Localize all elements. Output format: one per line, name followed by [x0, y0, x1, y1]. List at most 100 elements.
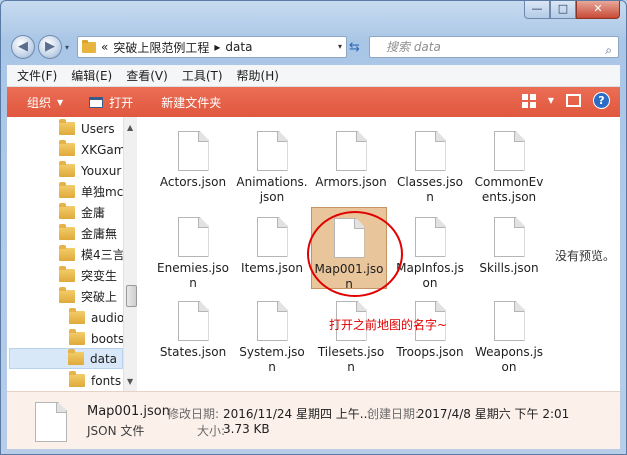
- toolbar-right: ▼ ?: [521, 92, 610, 109]
- file-item[interactable]: Classes.json: [392, 121, 468, 204]
- file-item[interactable]: Animations.json: [234, 121, 310, 204]
- preview-pane-icon[interactable]: [566, 94, 581, 107]
- tree-item[interactable]: Users: [59, 118, 115, 139]
- tree-item-label: audio: [91, 310, 125, 325]
- annotation-text: 打开之前地图的名字~: [329, 318, 448, 332]
- menu-edit[interactable]: 编辑(E): [71, 67, 112, 84]
- file-item[interactable]: Weapons.json: [471, 291, 547, 374]
- annotation-circle: [307, 211, 403, 297]
- tree-item[interactable]: fonts: [69, 370, 121, 391]
- arrow-left-icon: ◀: [18, 39, 28, 54]
- tree-item[interactable]: 模4三言: [59, 244, 125, 265]
- details-file-name: Map001.json: [87, 404, 170, 419]
- tree-item-label: 单独mc: [81, 185, 124, 199]
- file-item[interactable]: CommonEvents.json: [471, 121, 547, 204]
- preview-pane-text: 没有预览。: [555, 249, 616, 263]
- tree-item-label: 金庸無: [81, 227, 118, 241]
- open-label: 打开: [109, 95, 134, 110]
- change-view-icon[interactable]: [521, 93, 536, 108]
- forward-button[interactable]: ▶: [38, 35, 62, 59]
- address-dropdown[interactable]: ▾: [338, 42, 342, 51]
- file-name: Actors.json: [159, 175, 227, 189]
- breadcrumb-current[interactable]: data: [225, 40, 252, 54]
- close-button[interactable]: ✕: [576, 1, 620, 19]
- minimize-button[interactable]: —: [524, 1, 550, 19]
- help-icon[interactable]: ?: [593, 92, 610, 109]
- recent-pages-dropdown[interactable]: ▾: [65, 43, 69, 52]
- search-input[interactable]: 搜索 data ⌕: [369, 36, 619, 58]
- window-icon: [89, 96, 104, 108]
- tree-item[interactable]: 金庸無: [59, 223, 117, 244]
- content-area: Users XKGam Youxur 单独mc 金庸 金庸無 模4三言 突变生 …: [7, 117, 620, 391]
- menu-view[interactable]: 查看(V): [126, 67, 168, 84]
- file-item[interactable]: Items.json: [234, 207, 310, 289]
- tree-item[interactable]: boots: [69, 328, 124, 349]
- scroll-down-icon[interactable]: ▼: [127, 377, 133, 386]
- tree-item[interactable]: audio: [69, 307, 124, 328]
- menu-tools[interactable]: 工具(T): [182, 67, 223, 84]
- json-file-icon: [493, 301, 525, 341]
- menu-help[interactable]: 帮助(H): [237, 67, 279, 84]
- tree-item-label: Users: [81, 121, 115, 136]
- tree-item[interactable]: Youxur: [59, 160, 121, 181]
- folder-icon: [82, 39, 96, 53]
- details-pane: Map001.json JSON 文件 修改日期: 2016/11/24 星期四…: [7, 391, 620, 449]
- json-file-icon: [177, 131, 209, 171]
- details-created-value: 2017/4/8 星期六 下午 2:01: [417, 407, 570, 421]
- refresh-icon[interactable]: ⇆: [349, 40, 360, 55]
- tree-item[interactable]: 突变生: [59, 265, 117, 286]
- tree-item-label: boots: [91, 331, 125, 346]
- organize-button[interactable]: 组织 ▼: [27, 94, 63, 111]
- file-name: Troops.json: [396, 345, 464, 359]
- folder-icon: [59, 119, 75, 135]
- breadcrumb-parent[interactable]: 突破上限范例工程: [113, 39, 209, 56]
- scroll-up-icon[interactable]: ▲: [127, 123, 133, 132]
- file-item[interactable]: Actors.json: [155, 121, 231, 203]
- tree-item-selected[interactable]: data: [9, 348, 123, 369]
- folder-icon: [59, 245, 75, 261]
- file-name: States.json: [159, 345, 227, 359]
- folder-icon: [59, 161, 75, 177]
- tree-item-label: fonts: [91, 373, 122, 388]
- json-file-icon: [414, 131, 446, 171]
- back-button[interactable]: ◀: [11, 35, 35, 59]
- file-name: Enemies.json: [157, 261, 229, 290]
- tree-item[interactable]: 突破上: [59, 286, 117, 307]
- json-file-icon: [177, 301, 209, 341]
- breadcrumb-overflow[interactable]: «: [101, 40, 108, 54]
- json-file-icon: [256, 131, 288, 171]
- file-item[interactable]: Enemies.json: [155, 207, 231, 290]
- scroll-thumb[interactable]: [126, 285, 137, 307]
- tree-item-label: XKGam: [81, 142, 126, 157]
- address-bar[interactable]: « 突破上限范例工程 ▸ data ▾: [77, 36, 347, 58]
- open-button[interactable]: 打开: [89, 94, 133, 111]
- tree-item[interactable]: 单独mc: [59, 181, 123, 202]
- navigation-bar: ◀ ▶ ▾ « 突破上限范例工程 ▸ data ▾ ⇆ 搜索 data ⌕: [1, 31, 626, 63]
- new-folder-button[interactable]: 新建文件夹: [161, 94, 221, 111]
- details-created-label: 创建日期:: [367, 407, 420, 421]
- search-icon[interactable]: ⌕: [605, 40, 612, 60]
- view-options-dropdown[interactable]: ▼: [548, 96, 554, 105]
- file-name: MapInfos.json: [396, 261, 464, 290]
- command-toolbar: 组织 ▼ 打开 新建文件夹 ▼ ?: [7, 87, 620, 117]
- file-item[interactable]: States.json: [155, 291, 231, 373]
- navigation-tree: Users XKGam Youxur 单独mc 金庸 金庸無 模4三言 突变生 …: [7, 117, 137, 391]
- json-file-icon: [493, 131, 525, 171]
- file-item[interactable]: MapInfos.json: [392, 207, 468, 290]
- menu-file[interactable]: 文件(F): [17, 67, 57, 84]
- search-placeholder: 搜索 data: [386, 40, 441, 54]
- organize-label: 组织: [27, 95, 52, 110]
- tree-scrollbar[interactable]: ▲ ▼: [123, 117, 137, 391]
- folder-icon: [68, 349, 84, 365]
- breadcrumb-separator[interactable]: ▸: [214, 40, 220, 54]
- details-modified-value: 2016/11/24 星期四 上午...: [223, 407, 372, 421]
- tree-item[interactable]: XKGam: [59, 139, 125, 160]
- tree-item-label: 模4三言: [81, 248, 125, 262]
- tree-item[interactable]: 金庸: [59, 202, 105, 223]
- file-name: Armors.json: [315, 175, 387, 189]
- file-item[interactable]: Skills.json: [471, 207, 547, 289]
- folder-icon: [59, 266, 75, 282]
- file-item[interactable]: System.json: [234, 291, 310, 374]
- maximize-button[interactable]: □: [550, 1, 576, 19]
- file-item[interactable]: Armors.json: [313, 121, 389, 203]
